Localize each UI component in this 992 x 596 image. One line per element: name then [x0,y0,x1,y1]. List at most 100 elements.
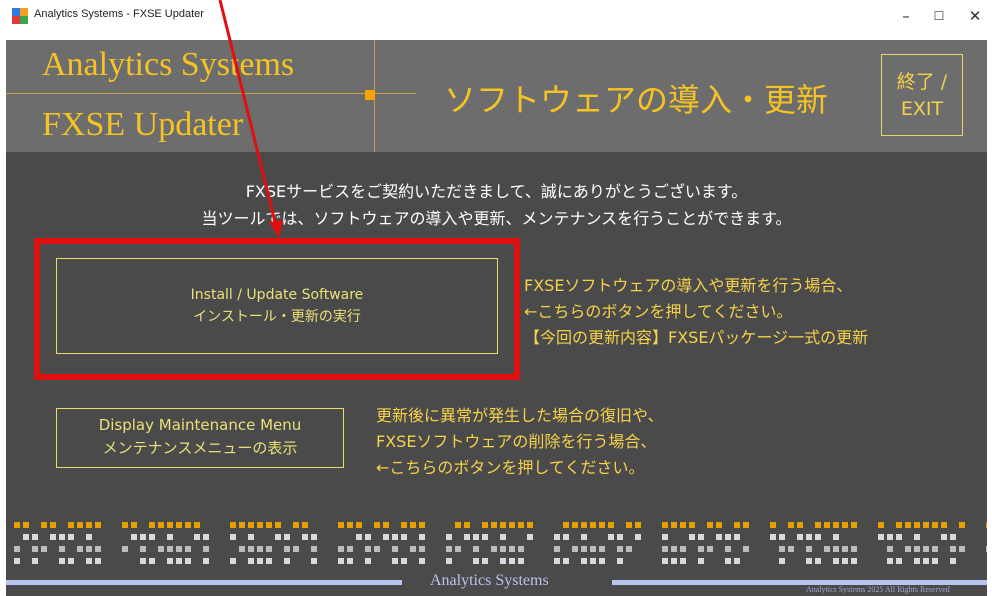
footer-dot [914,558,920,564]
footer-dot [896,534,902,540]
brand-name: Analytics Systems [42,46,295,83]
window-titlebar: Analytics Systems - FXSE Updater – ☐ ✕ [0,0,992,31]
footer-dot [257,558,263,564]
exit-button[interactable]: 終了 / EXIT [881,54,963,136]
footer-dot [671,546,677,552]
footer-dot [338,558,344,564]
footer-dot [392,534,398,540]
footer-dot [455,546,461,552]
footer-dot [185,522,191,528]
footer-dot [617,546,623,552]
footer-dot [140,558,146,564]
footer-dot [239,546,245,552]
footer-dot [464,534,470,540]
footer-dot [734,534,740,540]
footer-dot [743,522,749,528]
footer-dot [419,522,425,528]
footer-dot [248,546,254,552]
footer-dot [509,558,515,564]
footer-dot [680,558,686,564]
footer-dot [608,534,614,540]
footer-dot [950,546,956,552]
footer-dot [833,558,839,564]
maintenance-desc-line-2: FXSEソフトウェアの削除を行う場合、 [376,432,657,451]
footer-dot [86,546,92,552]
footer-dot [392,558,398,564]
footer-dot [482,558,488,564]
footer-dot [158,522,164,528]
footer-dot [626,546,632,552]
footer-dot [50,522,56,528]
footer-dot [392,546,398,552]
footer-dot [680,522,686,528]
footer-dot [347,558,353,564]
footer-dot [401,522,407,528]
footer-dot [842,558,848,564]
footer-dot [878,534,884,540]
footer-dot [311,558,317,564]
footer-dot [41,522,47,528]
maintenance-menu-button[interactable]: Display Maintenance Menu メンテナンスメニューの表示 [56,408,344,468]
footer-dot [77,522,83,528]
footer-dot [230,522,236,528]
footer-dot [284,534,290,540]
footer-dot [734,558,740,564]
footer-dot [950,558,956,564]
footer-dot [401,534,407,540]
footer-dot [266,558,272,564]
footer-dot [473,546,479,552]
intro-line-2: 当ツールでは、ソフトウェアの導入や更新、メンテナンスを行うことができます。 [201,209,792,228]
footer-dot [59,558,65,564]
footer-dot [203,558,209,564]
footer-dot [473,558,479,564]
footer-dot [887,534,893,540]
footer-dot [824,546,830,552]
footer-dot [365,534,371,540]
footer-dot [500,522,506,528]
footer-dot [554,546,560,552]
footer-dot [356,534,362,540]
footer-dot [941,534,947,540]
footer-dot [482,522,488,528]
footer-dot [338,546,344,552]
close-button[interactable]: ✕ [955,4,992,28]
footer-dot [122,522,128,528]
footer-dot [122,546,128,552]
footer-dot [680,546,686,552]
install-desc-line-1: FXSEソフトウェアの導入や更新を行う場合、 [524,276,853,295]
footer-dot [554,534,560,540]
footer-dot [464,522,470,528]
footer-dot [293,522,299,528]
footer-dot [950,534,956,540]
footer-dot [230,534,236,540]
footer-dot [401,558,407,564]
footer-dot [662,522,668,528]
footer-dot [41,546,47,552]
footer-dot [473,534,479,540]
footer-dot [248,522,254,528]
footer-dot [14,522,20,528]
maintenance-desc-line-3: ←こちらのボタンを押してください。 [376,458,645,477]
footer-dot [167,558,173,564]
footer-dot [959,522,965,528]
footer-dot [248,558,254,564]
footer-dot [347,546,353,552]
footer-dot [68,534,74,540]
footer-dot [356,522,362,528]
install-desc-line-3: 【今回の更新内容】FXSEパッケージ一式の更新 [524,328,869,347]
maximize-button[interactable]: ☐ [919,4,959,28]
header-divider-horizontal [6,93,416,94]
footer-dot [284,546,290,552]
footer-dot [563,522,569,528]
footer-dot [851,522,857,528]
footer-dot [23,522,29,528]
footer-dot [365,558,371,564]
footer-dot [689,522,695,528]
page-title: ソフトウェアの導入・更新 [444,81,829,119]
footer-dot [959,546,965,552]
footer-dot [59,546,65,552]
footer-dot [347,522,353,528]
footer-dot [779,534,785,540]
footer-dot [581,534,587,540]
footer-dot [770,522,776,528]
